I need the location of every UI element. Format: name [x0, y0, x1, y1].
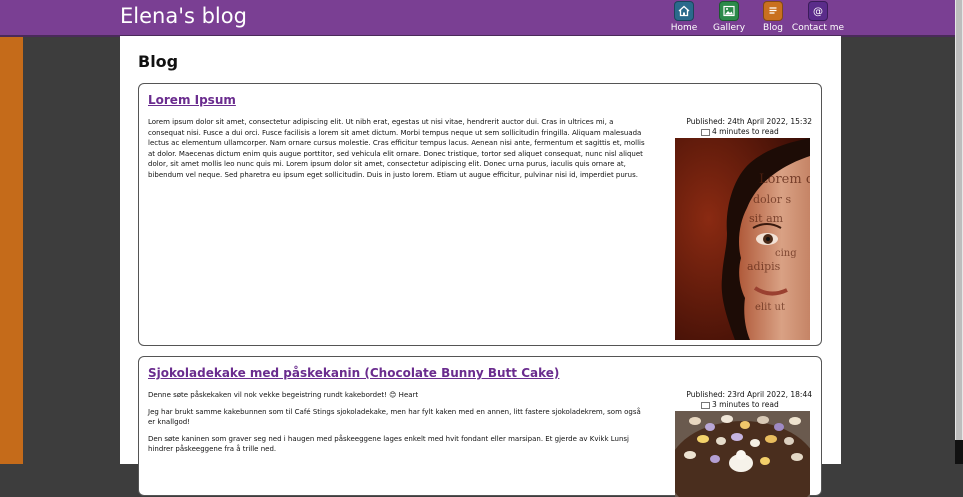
main-content: Blog Lorem Ipsum Lorem ipsum dolor sit a…	[120, 36, 841, 497]
left-decor-stripe	[0, 36, 23, 464]
post-title-link[interactable]: Sjokoladekake med påskekanin (Chocolate …	[148, 366, 559, 380]
post-paragraph: Jeg har brukt samme kakebunnen som til C…	[148, 407, 641, 427]
post-excerpt: Lorem ipsum dolor sit amet, consectetur …	[148, 117, 648, 186]
post-excerpt: Denne søte påskekaken vil nok vekke bege…	[148, 390, 648, 461]
svg-text:elit ut: elit ut	[755, 302, 785, 313]
document-icon	[763, 1, 783, 21]
svg-text:@: @	[813, 7, 823, 18]
post-paragraph: Den søte kaninen som graver seg ned i ha…	[148, 434, 630, 454]
page-title: Blog	[138, 52, 179, 71]
scrollbar[interactable]	[955, 0, 963, 464]
main-nav: Home Gallery Blog @ Contact me	[0, 1, 955, 35]
at-icon: @	[808, 1, 828, 21]
scrollbar-thumb[interactable]	[956, 0, 962, 440]
svg-text:dolor s: dolor s	[753, 193, 792, 206]
scrollbar-corner	[955, 440, 963, 464]
svg-text:adipis: adipis	[747, 260, 781, 273]
nav-contact-label: Contact me	[791, 23, 845, 33]
post-meta: Published: 24th April 2022, 15:32 4 minu…	[675, 117, 812, 137]
post-thumbnail-cake[interactable]	[675, 411, 810, 497]
post-paragraph: Lorem ipsum dolor sit amet, consectetur …	[148, 118, 645, 179]
book-icon	[701, 401, 710, 409]
post-thumbnail-face[interactable]: Lorem dolor sit adipiscing elit dolor s …	[675, 138, 810, 340]
home-icon	[674, 1, 694, 21]
svg-text:cing: cing	[775, 248, 797, 259]
post-meta: Published: 23rd April 2022, 18:44 3 minu…	[675, 390, 812, 410]
svg-text:sit am: sit am	[749, 212, 784, 225]
face-text-lorem: Lorem dolor sit adipiscing elit	[759, 172, 810, 187]
post-published-date: Published: 24th April 2022, 15:32	[686, 117, 812, 126]
post-read-time: 3 minutes to read	[712, 400, 779, 409]
blog-post-card: Lorem Ipsum Lorem ipsum dolor sit amet, …	[138, 83, 822, 346]
post-title-link[interactable]: Lorem Ipsum	[148, 93, 236, 107]
blog-post-card: Sjokoladekake med påskekanin (Chocolate …	[138, 356, 822, 497]
post-paragraph: Denne søte påskekaken vil nok vekke bege…	[148, 391, 419, 399]
post-published-date: Published: 23rd April 2022, 18:44	[686, 390, 812, 399]
image-icon	[719, 1, 739, 21]
post-read-time-row: 3 minutes to read	[675, 400, 812, 410]
nav-contact[interactable]: @ Contact me	[788, 1, 848, 34]
book-icon	[701, 128, 710, 136]
post-read-time: 4 minutes to read	[712, 127, 779, 136]
site-header: Elena's blog Home Gallery Blog @ Contact…	[0, 0, 955, 37]
post-read-time-row: 4 minutes to read	[675, 127, 812, 137]
